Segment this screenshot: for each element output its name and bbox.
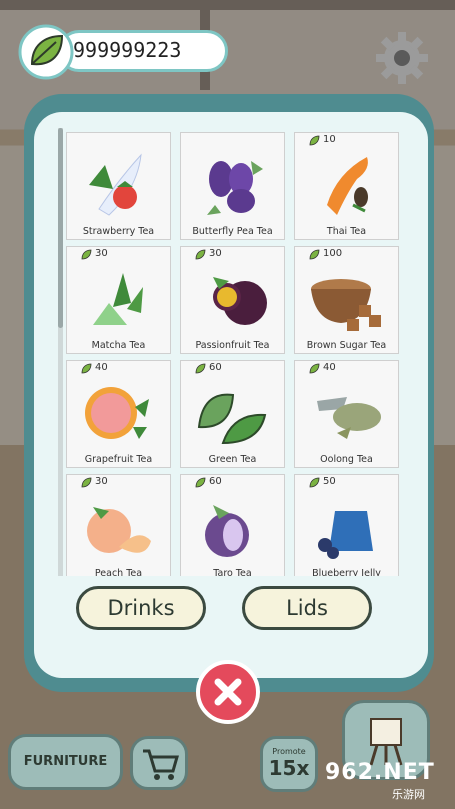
drink-card-oolong-tea[interactable]: 40 Oolong Tea [294,360,399,468]
drink-card-blueberry-jelly[interactable]: 50 Blueberry Jelly [294,474,399,576]
watermark-subtext: 乐游网 [392,788,425,801]
leaf-icon [195,477,206,488]
drink-name: Green Tea [208,454,257,465]
drink-card-brown-sugar-tea[interactable]: 100 Brown Sugar Tea [294,246,399,354]
oolong-art [317,397,381,439]
drink-name: Strawberry Tea [82,226,155,237]
drink-price: 50 [323,476,336,487]
drink-grid: Strawberry Tea Butterfly Pea Tea 10 Thai… [58,128,403,576]
peach-art [87,507,151,553]
drink-card-thai-tea[interactable]: 10 Thai Tea [294,132,399,240]
green-tea-art [197,393,267,445]
drink-card-matcha-tea[interactable]: 30 Matcha Tea [66,246,171,354]
drink-price: 30 [95,476,108,487]
butterfly-pea-art [207,161,263,215]
strawberry-tea-art [89,153,142,216]
watermark-text: 962.NET [325,760,435,785]
passionfruit-art [213,277,267,325]
leaf-icon [195,249,206,260]
drink-price: 60 [209,362,222,373]
leaf-icon [309,135,320,146]
drink-price: 30 [209,248,222,259]
drink-name: Grapefruit Tea [84,454,153,465]
blueberry-jelly-art [318,511,373,559]
drink-name: Matcha Tea [91,340,146,351]
drink-card-grapefruit-tea[interactable]: 40 Grapefruit Tea [66,360,171,468]
drink-price: 40 [323,362,336,373]
drink-name: Thai Tea [326,226,367,237]
leaf-icon [309,249,320,260]
drink-name: Blueberry Jelly [312,568,381,576]
drink-price: 100 [323,248,343,259]
drink-card-taro-tea[interactable]: 60 Taro Tea [180,474,285,576]
leaf-icon [309,363,320,374]
promote-label: Promote [272,747,306,756]
thai-tea-art [327,157,368,215]
leaf-icon [195,363,206,374]
drink-price: 40 [95,362,108,373]
currency-amount: 999999223 [73,38,182,62]
leaf-icon [81,363,92,374]
leaf-icon [309,477,320,488]
close-icon [214,678,242,706]
drink-price: 10 [323,134,336,145]
grapefruit-art [85,387,149,439]
drink-card-butterfly-pea-tea[interactable]: Butterfly Pea Tea [180,132,285,240]
close-button[interactable] [196,660,260,724]
taro-art [205,505,249,557]
leaf-icon [81,477,92,488]
leaf-icon [81,249,92,260]
promote-button[interactable]: Promote 15x [260,736,318,792]
shop-button[interactable] [130,736,188,790]
drink-card-green-tea[interactable]: 60 Green Tea [180,360,285,468]
leaf-icon [18,24,74,80]
tab-lids[interactable]: Lids [242,586,372,630]
drink-card-passionfruit-tea[interactable]: 30 Passionfruit Tea [180,246,285,354]
currency-display: 999999223 [18,24,228,80]
drink-card-strawberry-tea[interactable]: Strawberry Tea [66,132,171,240]
drink-card-peach-tea[interactable]: 30 Peach Tea [66,474,171,576]
gear-icon[interactable] [374,30,430,86]
cart-icon [143,749,179,780]
drink-name: Butterfly Pea Tea [192,226,273,237]
drink-name: Peach Tea [94,568,143,576]
brown-sugar-art [311,279,381,331]
furniture-button[interactable]: FURNITURE [8,734,123,790]
drink-name: Brown Sugar Tea [306,340,387,351]
drink-name: Taro Tea [213,568,252,576]
tab-drinks[interactable]: Drinks [76,586,206,630]
drink-price: 60 [209,476,222,487]
drink-name: Passionfruit Tea [195,340,270,351]
matcha-art [93,273,143,325]
drink-price: 30 [95,248,108,259]
promote-value: 15x [268,756,310,780]
drink-name: Oolong Tea [320,454,373,465]
